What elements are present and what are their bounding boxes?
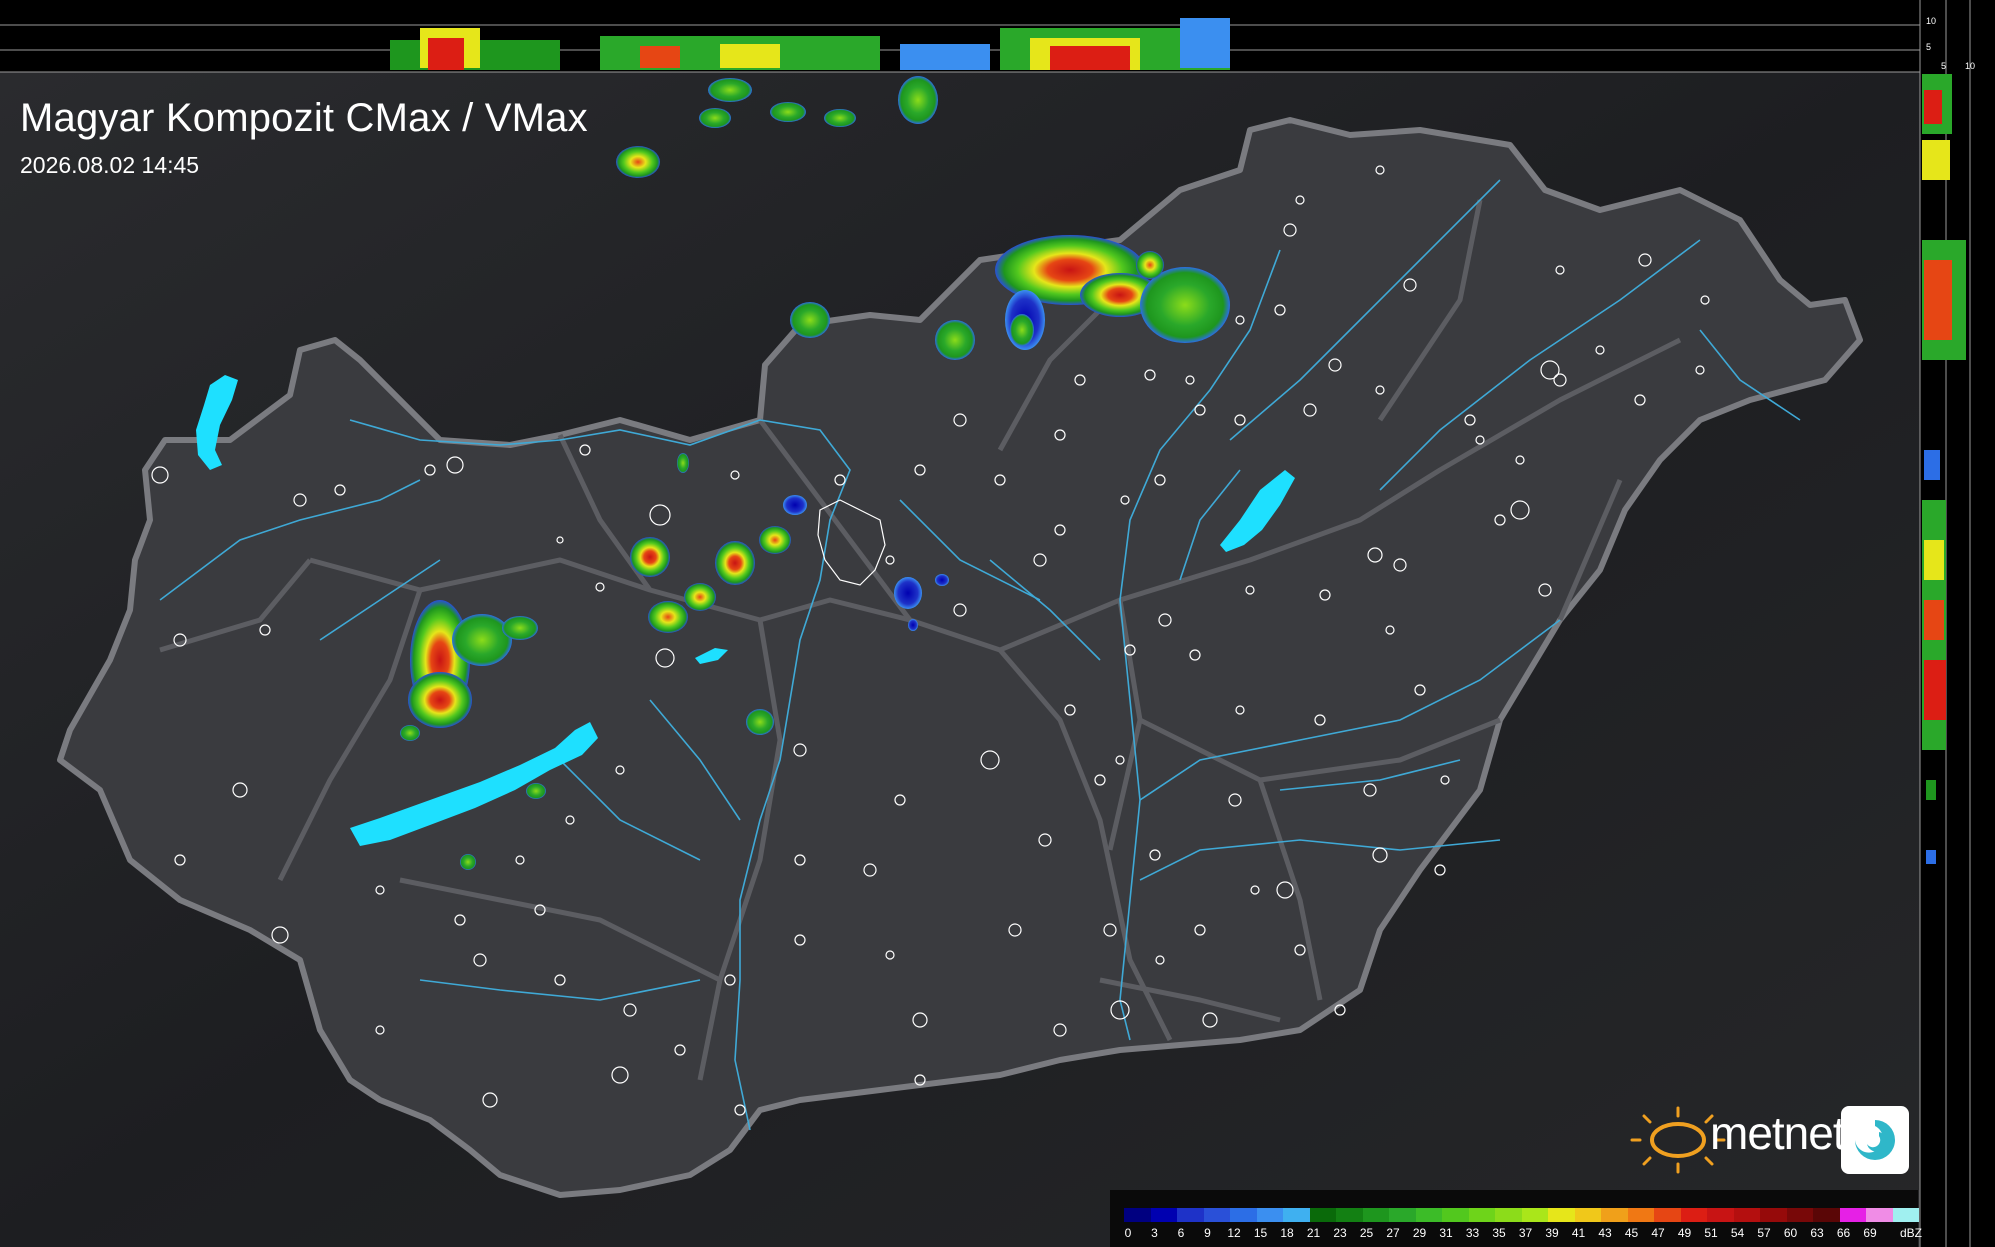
legend-label: 57	[1757, 1226, 1771, 1240]
legend-label: 27	[1386, 1226, 1400, 1240]
legend-swatch	[1230, 1208, 1257, 1222]
legend-label: 63	[1810, 1226, 1824, 1240]
legend-swatch	[1654, 1208, 1681, 1222]
legend-label: 41	[1571, 1226, 1586, 1240]
legend-label: 15	[1253, 1226, 1268, 1240]
legend-label: 12	[1227, 1226, 1241, 1240]
reflectivity-legend: 0 3 6 9 12 15 18 21 23 25 27 29 31 33 35 37 39 41 43 45 47 49…	[1110, 1190, 1922, 1247]
legend-swatch	[1548, 1208, 1575, 1222]
legend-label: 60	[1783, 1226, 1798, 1240]
legend-label: 31	[1439, 1226, 1453, 1240]
legend-swatch	[1601, 1208, 1628, 1222]
legend-label: 69	[1863, 1226, 1877, 1240]
legend-label: 37	[1518, 1226, 1533, 1240]
legend-label: 43	[1598, 1226, 1612, 1240]
radar-map	[0, 0, 1995, 1247]
legend-label: 54	[1730, 1226, 1745, 1240]
legend-label: 51	[1704, 1226, 1718, 1240]
legend-swatch	[1892, 1208, 1919, 1222]
legend-label: 49	[1677, 1226, 1692, 1240]
legend-swatch	[1760, 1208, 1787, 1222]
legend-label: 35	[1492, 1226, 1506, 1240]
legend-label: 6	[1177, 1226, 1185, 1240]
legend-label: 66	[1836, 1226, 1851, 1240]
legend-label: 3	[1151, 1226, 1158, 1240]
legend-swatch	[1839, 1208, 1866, 1222]
legend-label: 21	[1306, 1226, 1321, 1240]
legend-swatch	[1866, 1208, 1893, 1222]
side-profile-tick: 5	[1941, 61, 1947, 71]
legend-swatch	[1442, 1208, 1469, 1222]
brand-name: metnet	[1710, 1107, 1846, 1159]
legend-swatch	[1309, 1208, 1336, 1222]
legend-swatch	[1283, 1208, 1310, 1222]
legend-swatch	[1177, 1208, 1204, 1222]
legend-label: 47	[1651, 1226, 1665, 1240]
legend-label: 18	[1280, 1226, 1294, 1240]
legend-unit: dBZ	[1899, 1226, 1923, 1240]
legend-label: 25	[1359, 1226, 1374, 1240]
legend-swatch	[1256, 1208, 1283, 1222]
legend-label: 39	[1545, 1226, 1559, 1240]
legend-color-bar	[1124, 1208, 1919, 1222]
legend-label: 29	[1412, 1226, 1427, 1240]
legend-label: 45	[1624, 1226, 1639, 1240]
side-profile-tick: 10	[1965, 61, 1976, 71]
legend-swatch	[1733, 1208, 1760, 1222]
legend-swatch	[1574, 1208, 1601, 1222]
legend-swatch	[1521, 1208, 1548, 1222]
legend-labels: 0 3 6 9 12 15 18 21 23 25 27 29 31 33 35 37 39 41 43 45 47 49…	[1124, 1226, 1922, 1244]
map-title: Magyar Kompozit CMax / VMax	[20, 96, 588, 140]
top-profile-tick: 5	[1926, 42, 1932, 52]
legend-label: 0	[1124, 1226, 1132, 1240]
legend-swatch	[1150, 1208, 1177, 1222]
legend-swatch	[1627, 1208, 1654, 1222]
legend-swatch	[1203, 1208, 1230, 1222]
legend-label: 9	[1204, 1226, 1211, 1240]
legend-swatch	[1680, 1208, 1707, 1222]
legend-label: 23	[1333, 1226, 1347, 1240]
legend-swatch	[1415, 1208, 1442, 1222]
legend-swatch	[1813, 1208, 1840, 1222]
legend-label: 33	[1465, 1226, 1480, 1240]
legend-swatch	[1124, 1208, 1151, 1222]
legend-swatch	[1707, 1208, 1734, 1222]
legend-swatch	[1786, 1208, 1813, 1222]
brand-logo: metnet	[1636, 1100, 1912, 1180]
legend-swatch	[1362, 1208, 1389, 1222]
legend-swatch	[1495, 1208, 1522, 1222]
top-profile-tick: 10	[1926, 16, 1937, 26]
legend-swatch	[1468, 1208, 1495, 1222]
legend-swatch	[1336, 1208, 1363, 1222]
map-timestamp: 2026.08.02 14:45	[20, 152, 200, 178]
legend-swatch	[1389, 1208, 1416, 1222]
